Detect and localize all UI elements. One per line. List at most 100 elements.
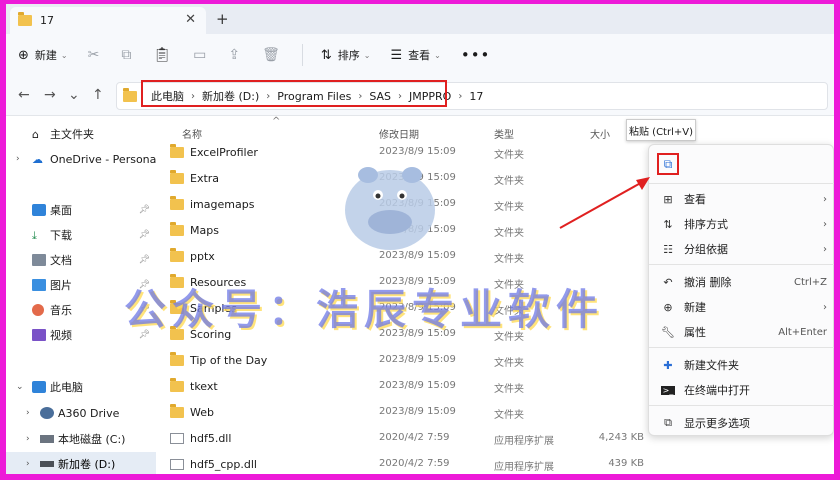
chevron-down-icon[interactable]: ⌄ <box>68 87 80 103</box>
breadcrumb-item[interactable]: 17 <box>469 90 483 103</box>
video-icon <box>32 329 46 341</box>
disk-icon <box>40 435 54 443</box>
context-menu: ⧉ ⊞ 查看 › ⇅ 排序方式 › ☷ 分组依据 › ↶ 撤消 删除 Ctrl+… <box>648 144 834 436</box>
chevron-right-icon[interactable]: › <box>26 434 30 444</box>
sort-label: 排序 <box>337 49 360 62</box>
chevron-right-icon: › <box>823 243 827 255</box>
sidebar-item-label: 主文件夹 <box>50 128 94 141</box>
chevron-right-icon[interactable]: › <box>16 154 20 164</box>
dll-file-icon <box>170 433 184 444</box>
pin-icon[interactable]: 📌︎ <box>139 255 150 265</box>
folder-icon <box>170 144 184 158</box>
column-header-type[interactable]: 类型 <box>494 126 514 141</box>
sidebar-item-home[interactable]: ⌂ 主文件夹 <box>6 122 156 146</box>
menu-label: 排序方式 <box>684 218 728 231</box>
chevron-right-icon: › <box>458 90 463 102</box>
file-name: Web <box>190 406 214 419</box>
sort-up-icon: ^ <box>272 116 281 127</box>
back-icon[interactable]: ← <box>18 87 30 103</box>
sidebar-item-desktop[interactable]: 桌面 📌︎ <box>6 198 156 222</box>
sidebar-item-label: 桌面 <box>50 204 72 217</box>
chevron-down-icon: ⌄ <box>434 50 441 60</box>
sidebar-item-label: A360 Drive <box>58 406 120 420</box>
file-type: 文件夹 <box>494 228 524 239</box>
up-icon[interactable]: ↑ <box>92 87 104 103</box>
column-header-name[interactable]: 名称 <box>182 126 202 141</box>
menu-label: 查看 <box>684 193 706 206</box>
forward-icon[interactable]: → <box>44 87 56 103</box>
new-button[interactable]: ⊕ 新建 ⌄ <box>18 47 68 63</box>
sidebar-item-label: 此电脑 <box>50 381 83 394</box>
file-row[interactable]: hdf5_cpp.dll 2020/4/2 7:59 应用程序扩展 439 KB <box>156 452 834 474</box>
home-icon: ⌂ <box>32 128 39 141</box>
menu-item-properties[interactable]: 🔧︎ 属性 Alt+Enter <box>649 320 834 344</box>
grid-icon: ⊞ <box>663 192 673 206</box>
menu-item-group[interactable]: ☷ 分组依据 › <box>649 237 834 261</box>
pin-icon[interactable]: 📌︎ <box>139 205 150 215</box>
folder-icon <box>170 352 184 366</box>
copy-icon[interactable]: ⧉ <box>121 47 131 63</box>
file-size: 439 KB <box>608 458 644 469</box>
pictures-icon <box>32 279 46 291</box>
view-icon: ☰ <box>390 47 403 63</box>
share-icon[interactable]: ⇪ <box>228 47 240 63</box>
pin-icon[interactable]: 📌︎ <box>139 230 150 240</box>
chevron-right-icon[interactable]: › <box>26 459 30 469</box>
sidebar-item-ddrive[interactable]: › 新加卷 (D:) <box>6 452 156 474</box>
folder-icon <box>170 170 184 184</box>
delete-icon[interactable]: 🗑︎ <box>262 47 280 63</box>
sidebar-item-label: 下载 <box>50 229 72 242</box>
chevron-right-icon[interactable]: › <box>26 408 30 418</box>
sidebar-item-label: 新加卷 (D:) <box>58 458 116 471</box>
tab-title: 17 <box>40 14 54 27</box>
close-icon[interactable]: ✕ <box>185 12 196 27</box>
tab-17[interactable]: 17 ✕ <box>10 7 206 34</box>
sidebar-item-downloads[interactable]: ⤓ 下载 📌︎ <box>6 223 156 247</box>
file-name: ExcelProfiler <box>190 146 258 159</box>
sidebar-item-cdrive[interactable]: › 本地磁盘 (C:) <box>6 427 156 451</box>
dll-file-icon <box>170 459 184 470</box>
chevron-down-icon: ⌄ <box>60 50 68 60</box>
menu-label: 撤消 删除 <box>684 276 732 289</box>
menu-label: 显示更多选项 <box>684 417 750 430</box>
new-folder-icon: ✚ <box>663 358 673 372</box>
menu-label: 在终端中打开 <box>684 384 750 397</box>
paste-icon[interactable]: ⧉ <box>657 153 679 175</box>
sidebar-item-thispc[interactable]: ⌄ 此电脑 <box>6 375 156 399</box>
menu-item-undo[interactable]: ↶ 撤消 删除 Ctrl+Z <box>649 270 834 294</box>
menu-item-sort[interactable]: ⇅ 排序方式 › <box>649 212 834 236</box>
rename-icon[interactable]: ▭ <box>193 47 206 63</box>
file-name: Maps <box>190 224 219 237</box>
paste-icon[interactable]: 📋︎ <box>153 47 171 63</box>
folder-icon <box>170 378 184 392</box>
menu-item-new[interactable]: ⊕ 新建 › <box>649 295 834 319</box>
cut-icon[interactable]: ✂ <box>88 47 100 63</box>
menu-item-terminal[interactable]: >_ 在终端中打开 <box>649 378 834 402</box>
view-button[interactable]: ☰ 查看 ⌄ <box>390 47 440 63</box>
folder-icon <box>170 222 184 236</box>
chevron-right-icon: › <box>823 218 827 230</box>
column-header-size[interactable]: 大小 <box>590 126 610 141</box>
file-name: Tip of the Day <box>190 354 268 367</box>
menu-item-view[interactable]: ⊞ 查看 › <box>649 187 834 211</box>
sidebar-item-label: 视频 <box>50 329 72 342</box>
separator <box>649 405 834 406</box>
chevron-down-icon[interactable]: ⌄ <box>16 382 24 392</box>
shortcut-label: Alt+Enter <box>778 326 827 338</box>
column-header-date[interactable]: 修改日期 <box>379 126 419 141</box>
separator <box>301 44 303 66</box>
menu-item-new-folder[interactable]: ✚ 新建文件夹 <box>649 353 834 377</box>
more-icon[interactable]: ••• <box>461 46 491 64</box>
sidebar-item-a360[interactable]: › A360 Drive <box>6 401 156 425</box>
separator <box>649 264 834 265</box>
file-name: imagemaps <box>190 198 255 211</box>
sort-button[interactable]: ⇅ 排序 ⌄ <box>321 47 371 63</box>
new-tab-icon[interactable]: + <box>216 10 229 28</box>
file-type: 文件夹 <box>494 254 524 265</box>
folder-icon <box>170 248 184 262</box>
new-label: 新建 <box>34 49 57 62</box>
sidebar-item-documents[interactable]: 文档 📌︎ <box>6 248 156 272</box>
menu-item-more-options[interactable]: ⧉ 显示更多选项 <box>649 411 834 435</box>
external-link-icon: ⧉ <box>664 416 672 429</box>
sidebar-item-onedrive[interactable]: › ☁ OneDrive - Personal <box>6 147 159 171</box>
